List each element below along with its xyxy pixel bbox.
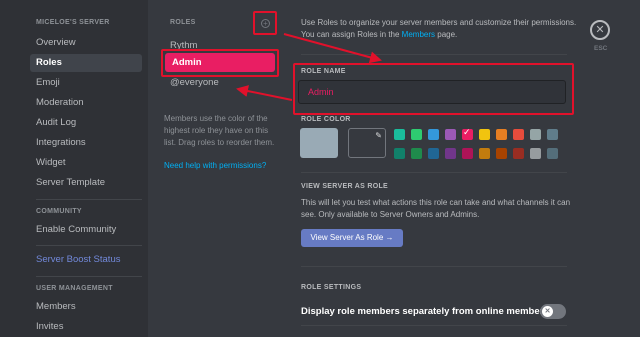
view-as-role-description: This will let you test what actions this… (301, 198, 571, 219)
color-swatch[interactable] (496, 148, 507, 159)
color-swatch[interactable] (513, 148, 524, 159)
roles-header: ROLES (170, 19, 196, 26)
divider (301, 172, 567, 173)
esc-label: ESC (594, 45, 608, 52)
sidebar-item-server-boost[interactable]: Server Boost Status (30, 251, 142, 269)
server-header: MICELOE'S SERVER (36, 19, 110, 26)
sidebar-item-enable-community[interactable]: Enable Community (30, 221, 142, 239)
color-swatch[interactable] (513, 129, 524, 140)
sidebar-divider (36, 276, 142, 277)
custom-color-picker[interactable]: ✎ (348, 128, 386, 158)
color-swatch[interactable] (462, 127, 473, 140)
color-swatch[interactable] (547, 129, 558, 140)
role-name-label: ROLE NAME (301, 68, 346, 75)
view-server-as-role-button[interactable]: View Server As Role → (301, 229, 403, 247)
role-item-admin[interactable]: Admin (165, 53, 275, 72)
color-swatch[interactable] (428, 129, 439, 140)
roles-intro: Use Roles to organize your server member… (301, 17, 581, 41)
x-icon: ✕ (542, 306, 553, 317)
color-swatch[interactable] (462, 148, 473, 159)
color-swatch[interactable] (479, 148, 490, 159)
sidebar-item-roles[interactable]: Roles (30, 54, 142, 72)
sidebar-item-integrations[interactable]: Integrations (30, 134, 142, 152)
divider (301, 266, 567, 267)
color-swatch[interactable] (445, 148, 456, 159)
sidebar-item-audit-log[interactable]: Audit Log (30, 114, 142, 132)
roles-list-panel: ROLES + Rythm Admin @everyone Members us… (148, 0, 284, 337)
role-name-input[interactable] (298, 80, 566, 104)
community-header: COMMUNITY (36, 208, 82, 215)
settings-sidebar: MICELOE'S SERVER Overview Roles Emoji Mo… (0, 0, 148, 337)
sidebar-item-moderation[interactable]: Moderation (30, 94, 142, 112)
divider (301, 325, 567, 326)
color-swatch[interactable] (394, 129, 405, 140)
role-editor: Use Roles to organize your server member… (284, 0, 584, 337)
intro-text-end: page. (435, 30, 458, 39)
color-swatch[interactable] (445, 129, 456, 140)
color-swatch[interactable] (530, 129, 541, 140)
sidebar-item-members[interactable]: Members (30, 298, 142, 316)
color-swatch[interactable] (496, 129, 507, 140)
view-as-role-label: VIEW SERVER AS ROLE (301, 183, 388, 190)
role-color-label: ROLE COLOR (301, 116, 351, 123)
eyedropper-icon: ✎ (375, 131, 382, 140)
color-swatch[interactable] (411, 148, 422, 159)
role-item-everyone[interactable]: @everyone (170, 77, 219, 88)
sidebar-divider (36, 245, 142, 246)
sidebar-item-invites[interactable]: Invites (30, 318, 142, 336)
close-icon[interactable]: ✕ (590, 20, 610, 40)
color-swatch[interactable] (428, 148, 439, 159)
role-settings-label: ROLE SETTINGS (301, 284, 362, 291)
sidebar-item-overview[interactable]: Overview (30, 34, 142, 52)
sidebar-divider (36, 199, 142, 200)
members-link[interactable]: Members (402, 30, 435, 39)
color-swatch[interactable] (411, 129, 422, 140)
sidebar-item-emoji[interactable]: Emoji (30, 74, 142, 92)
divider (301, 54, 567, 55)
user-management-header: USER MANAGEMENT (36, 285, 113, 292)
sidebar-item-server-template[interactable]: Server Template (30, 174, 142, 192)
display-separately-toggle[interactable]: ✕ (540, 304, 566, 319)
display-separately-label: Display role members separately from onl… (301, 306, 549, 317)
permissions-help-link[interactable]: Need help with permissions? (164, 161, 266, 170)
roles-description: Members use the color of the highest rol… (164, 114, 275, 147)
default-color-swatch[interactable] (300, 128, 338, 158)
sidebar-item-widget[interactable]: Widget (30, 154, 142, 172)
color-swatch[interactable] (530, 148, 541, 159)
plus-circle-icon: + (261, 19, 270, 28)
color-swatch[interactable] (479, 129, 490, 140)
add-role-button[interactable]: + (253, 11, 277, 35)
color-swatch[interactable] (394, 148, 405, 159)
color-swatch[interactable] (547, 148, 558, 159)
